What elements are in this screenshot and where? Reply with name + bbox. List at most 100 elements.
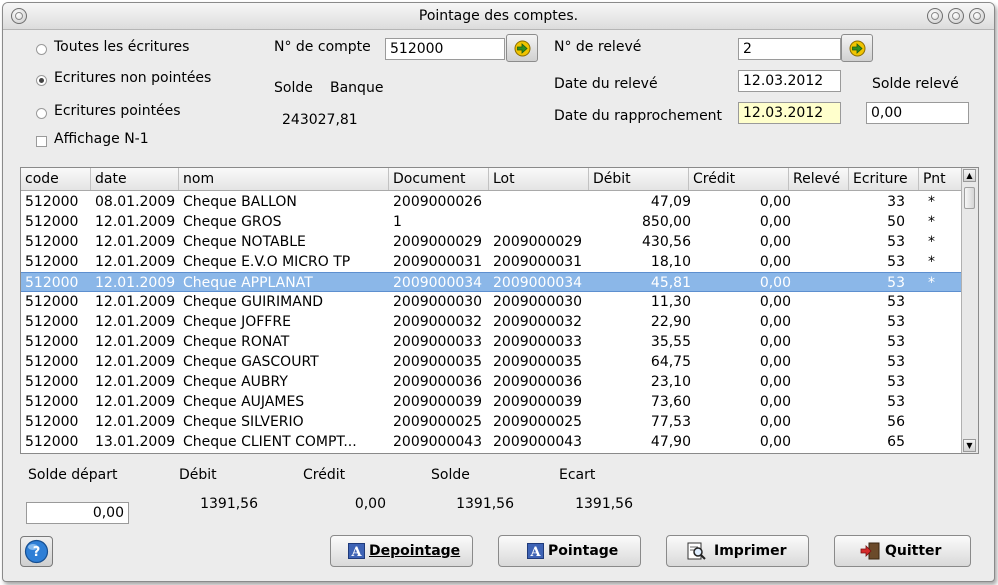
prev-year-checkbox[interactable]	[36, 136, 47, 147]
table-row[interactable]: 512000 08.01.2009 Cheque BALLON 2009000026 4…	[21, 192, 963, 212]
cell-document: 2009000026	[393, 194, 483, 210]
difference-value: 1391,56	[575, 496, 633, 512]
cell-code: 512000	[25, 414, 79, 430]
cell-debit: 35,55	[650, 334, 691, 350]
minimize-button[interactable]	[927, 8, 943, 24]
col-header-code[interactable]: code	[21, 168, 91, 190]
cell-pnt: *	[928, 254, 935, 270]
filter-checked-radio[interactable]	[36, 108, 47, 119]
reconciliation-date-input[interactable]: 12.03.2012	[738, 102, 841, 124]
cell-releve	[789, 232, 845, 252]
cell-credit: 0,00	[759, 275, 791, 291]
col-header-ecriture[interactable]: Ecriture	[849, 168, 919, 190]
cell-debit: 47,09	[650, 194, 691, 210]
table-row[interactable]: 512000 12.01.2009 Cheque APPLANAT 200900003…	[21, 272, 963, 292]
col-header-date[interactable]: date	[91, 168, 179, 190]
cell-debit: 73,60	[650, 394, 691, 410]
col-header-nom[interactable]: nom	[179, 168, 389, 190]
statement-date-input[interactable]: 12.03.2012	[738, 70, 841, 92]
filter-all-radio[interactable]	[36, 44, 47, 55]
scroll-thumb[interactable]	[964, 187, 975, 209]
col-header-document[interactable]: Document	[389, 168, 489, 190]
help-button[interactable]: ?	[20, 536, 53, 567]
cell-ecriture: 53	[887, 354, 905, 370]
table-row[interactable]: 512000 12.01.2009 Cheque E.V.O MICRO TP 200…	[21, 252, 963, 272]
go-arrow-icon	[849, 40, 866, 57]
cell-code: 512000	[25, 334, 79, 350]
col-header-lot[interactable]: Lot	[489, 168, 589, 190]
prev-year-label[interactable]: Affichage N-1	[54, 131, 149, 147]
statement-balance-input[interactable]: 0,00	[866, 102, 969, 124]
cell-releve	[789, 312, 845, 332]
filter-all-label[interactable]: Toutes les écritures	[54, 39, 189, 55]
cell-credit: 0,00	[759, 234, 791, 250]
cell-nom: Cheque CLIENT COMPT...	[183, 434, 357, 450]
cell-releve	[789, 332, 845, 352]
filter-unchecked-label[interactable]: Ecritures non pointées	[54, 70, 216, 86]
pointage-button[interactable]: A Pointage	[498, 535, 641, 567]
cell-debit: 64,75	[650, 354, 691, 370]
account-input[interactable]: 512000	[385, 38, 505, 60]
cell-debit: 23,10	[650, 374, 691, 390]
window-title: Pointage des comptes.	[418, 8, 579, 24]
table-row[interactable]: 512000 12.01.2009 Cheque GUIRIMAND 20090000…	[21, 292, 963, 312]
quit-button[interactable]: Quitter	[834, 535, 971, 567]
cell-ecriture: 53	[887, 234, 905, 250]
table-scrollbar[interactable]: ▲ ▼	[961, 168, 978, 453]
cell-document: 2009000035	[393, 354, 483, 370]
statement-go-button[interactable]	[841, 34, 873, 62]
cell-code: 512000	[25, 214, 79, 230]
cell-document: 2009000043	[393, 434, 483, 450]
depointage-button[interactable]: A Depointage	[330, 535, 473, 567]
col-header-debit[interactable]: Débit	[589, 168, 689, 190]
filter-checked-label[interactable]: Ecritures pointées	[54, 103, 181, 119]
title-bar[interactable]: Pointage des comptes.	[3, 3, 994, 30]
start-balance-input[interactable]: 0,00	[26, 502, 129, 524]
filter-unchecked-radio[interactable]	[36, 75, 47, 86]
table-row[interactable]: 512000 12.01.2009 Cheque JOFFRE 2009000032 2…	[21, 312, 963, 332]
table-row[interactable]: 512000 12.01.2009 Cheque AUJAMES 2009000039…	[21, 392, 963, 412]
table-row[interactable]: 512000 12.01.2009 Cheque GASCOURT 200900003…	[21, 352, 963, 372]
table-row[interactable]: 512000 12.01.2009 Cheque GROS 1 850,00 0,00 50…	[21, 212, 963, 232]
cell-credit: 0,00	[759, 434, 791, 450]
pointage-window: Pointage des comptes. Toutes les écritur…	[2, 2, 995, 582]
table-row[interactable]: 512000 12.01.2009 Cheque NOTABLE 2009000029…	[21, 232, 963, 252]
cell-debit: 430,56	[642, 234, 691, 250]
table-row[interactable]: 512000 12.01.2009 Cheque RONAT 2009000033 20…	[21, 332, 963, 352]
cell-releve	[789, 212, 845, 232]
cell-code: 512000	[25, 434, 79, 450]
col-header-pnt[interactable]: Pnt	[919, 168, 963, 190]
solde-label: Solde	[274, 80, 313, 96]
table-row[interactable]: 512000 12.01.2009 Cheque SILVERIO 200900002…	[21, 412, 963, 432]
cell-releve	[789, 432, 845, 452]
cell-date: 12.01.2009	[95, 275, 176, 291]
cell-date: 12.01.2009	[95, 234, 176, 250]
cell-date: 12.01.2009	[95, 334, 176, 350]
statement-number-input[interactable]: 2	[738, 38, 841, 60]
scroll-up-icon[interactable]: ▲	[963, 169, 976, 182]
cell-debit: 22,90	[650, 314, 691, 330]
cell-credit: 0,00	[759, 374, 791, 390]
cell-date: 12.01.2009	[95, 254, 176, 270]
entries-table[interactable]: code date nom Document Lot Débit Crédit …	[20, 167, 979, 454]
close-button[interactable]	[969, 8, 985, 24]
cell-lot: 2009000029	[493, 234, 583, 250]
col-header-credit[interactable]: Crédit	[689, 168, 789, 190]
cell-nom: Cheque SILVERIO	[183, 414, 304, 430]
cell-credit: 0,00	[759, 314, 791, 330]
col-header-releve[interactable]: Relevé	[789, 168, 849, 190]
account-go-button[interactable]	[506, 34, 538, 62]
debit-total-label: Débit	[179, 467, 217, 483]
table-row[interactable]: 512000 12.01.2009 Cheque AUBRY 2009000036 20…	[21, 372, 963, 392]
scroll-down-icon[interactable]: ▼	[963, 439, 976, 452]
cell-lot: 2009000025	[493, 414, 583, 430]
maximize-button[interactable]	[948, 8, 964, 24]
print-button[interactable]: Imprimer	[666, 535, 809, 567]
cell-pnt	[919, 312, 935, 332]
cell-document: 1	[393, 214, 402, 230]
table-row[interactable]: 512000 13.01.2009 Cheque CLIENT COMPT... 20…	[21, 432, 963, 452]
cell-ecriture: 53	[887, 254, 905, 270]
reconciliation-date-label: Date du rapprochement	[554, 108, 723, 124]
cell-nom: Cheque E.V.O MICRO TP	[183, 254, 351, 270]
cell-releve	[789, 392, 845, 412]
